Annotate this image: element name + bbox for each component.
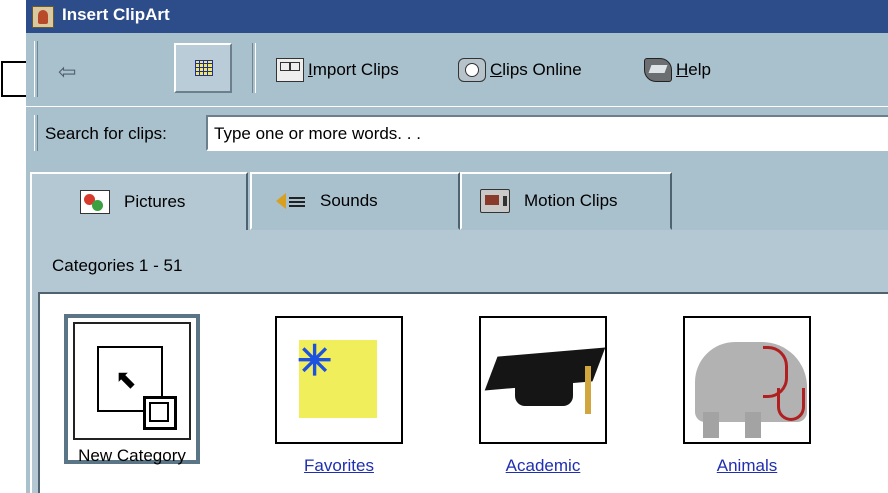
cursor-arrow-icon: ⬉: [115, 364, 137, 394]
sounds-icon: [276, 189, 306, 213]
search-bar: Search for clips: Type one or more words…: [26, 106, 888, 159]
favorites-thumbnail: ✳: [275, 316, 403, 444]
all-categories-button[interactable]: [174, 43, 232, 93]
insert-clipart-window: Insert ClipArt ⇦ Import Clips Clips Onli…: [26, 0, 888, 493]
category-label[interactable]: Favorites: [272, 456, 406, 476]
tab-motion-clips[interactable]: Motion Clips: [460, 172, 672, 230]
elephant-trunk: [777, 388, 805, 421]
category-label: New Category: [78, 446, 186, 465]
help-book-icon: [644, 58, 672, 82]
motion-clips-icon: [480, 189, 510, 213]
new-category-small-box: [143, 396, 177, 430]
academic-thumbnail: [479, 316, 607, 444]
graduation-cap-tassel: [585, 366, 591, 414]
title-bar: Insert ClipArt: [26, 0, 888, 33]
import-clips-label: Import Clips: [308, 60, 399, 79]
new-category-thumbnail: ⬉: [73, 322, 191, 440]
category-academic[interactable]: Academic: [476, 316, 610, 476]
search-input[interactable]: Type one or more words. . .: [206, 115, 888, 151]
animals-thumbnail: [683, 316, 811, 444]
category-favorites[interactable]: ✳ Favorites: [272, 316, 406, 476]
grid-view-icon: [195, 60, 213, 76]
category-count: Categories 1 - 51: [52, 256, 183, 275]
import-clips-icon: [276, 58, 304, 82]
tab-pictures-label: Pictures: [124, 192, 186, 211]
category-animals[interactable]: Animals: [680, 316, 814, 476]
tab-pictures[interactable]: Pictures: [30, 172, 248, 232]
category-label[interactable]: Academic: [476, 456, 610, 476]
clips-online-icon: [458, 58, 486, 82]
clips-online-label: Clips Online: [490, 60, 582, 79]
clips-online-button[interactable]: Clips Online: [458, 56, 582, 84]
search-label: Search for clips:: [45, 124, 167, 143]
elephant-leg: [745, 412, 761, 438]
toolbar-separator: [252, 43, 256, 93]
category-new[interactable]: ⬉ New Category: [64, 314, 200, 465]
tab-sounds-label: Sounds: [320, 191, 378, 210]
tab-sounds[interactable]: Sounds: [250, 172, 460, 230]
clipart-app-icon: [32, 6, 54, 28]
back-arrow-icon[interactable]: ⇦: [58, 59, 76, 85]
tab-motion-clips-label: Motion Clips: [524, 191, 618, 210]
window-title: Insert ClipArt: [62, 5, 170, 24]
elephant-leg: [703, 412, 719, 438]
help-button[interactable]: Help: [644, 56, 711, 84]
searchbar-grip[interactable]: [34, 115, 38, 151]
category-grid: ⬉ New Category ✳ Favorites Academic Anim…: [38, 292, 888, 493]
import-clips-button[interactable]: Import Clips: [276, 56, 399, 84]
pictures-icon: [80, 190, 110, 214]
help-label: Help: [676, 60, 711, 79]
asterisk-star-icon: ✳: [297, 337, 333, 384]
toolbar-grip[interactable]: [34, 41, 38, 97]
category-label[interactable]: Animals: [680, 456, 814, 476]
toolbar: ⇦ Import Clips Clips Online Help: [26, 33, 888, 106]
graduation-cap-base: [515, 376, 573, 406]
